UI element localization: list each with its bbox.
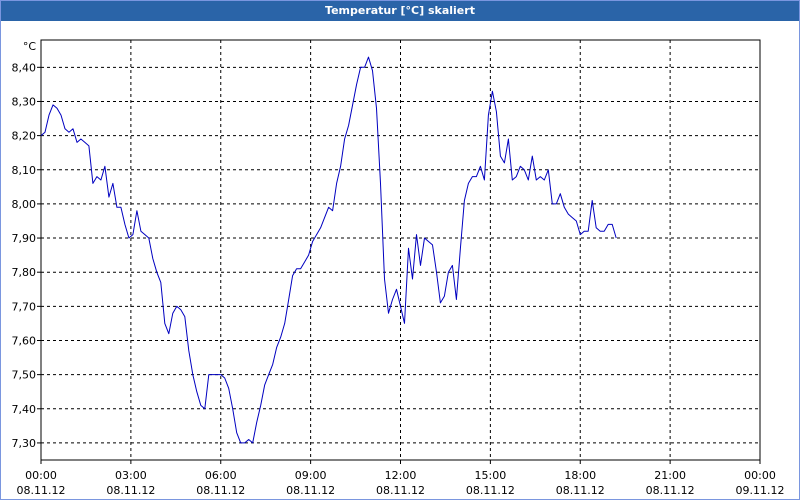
y-tick-label: 7,50 — [12, 369, 37, 382]
x-tick-time-label: 03:00 — [115, 469, 147, 482]
y-tick-label: 7,80 — [12, 266, 37, 279]
x-tick-time-label: 00:00 — [744, 469, 776, 482]
x-tick-time-label: 12:00 — [385, 469, 417, 482]
x-axis-ticks: 00:00 08.11.12 03:00 08.11.12 06:00 08.11.12 0… — [17, 460, 785, 497]
y-tick-label: 8,00 — [12, 198, 37, 211]
x-tick-time-label: 06:00 — [205, 469, 237, 482]
y-axis-ticks: 7,30 7,40 7,50 7,60 7,70 7,80 7,90 8,00 8,10 8,20… — [12, 61, 41, 450]
y-tick-label: 8,30 — [12, 95, 37, 108]
x-tick-date-label: 08.11.12 — [556, 484, 605, 497]
x-tick-date-label: 08.11.12 — [196, 484, 245, 497]
x-tick-time-label: 00:00 — [25, 469, 57, 482]
x-tick-date-label: 08.11.12 — [286, 484, 335, 497]
x-tick-date-label: 08.11.12 — [646, 484, 695, 497]
y-tick-label: 7,70 — [12, 300, 37, 313]
y-tick-label: 8,40 — [12, 61, 37, 74]
y-tick-label: 8,10 — [12, 164, 37, 177]
x-tick-time-label: 18:00 — [564, 469, 596, 482]
x-tick-date-label: 08.11.12 — [466, 484, 515, 497]
y-tick-label: 7,90 — [12, 232, 37, 245]
x-tick-time-label: 21:00 — [654, 469, 686, 482]
x-tick-date-label: 09.11.12 — [736, 484, 785, 497]
y-axis-unit-label: °C — [23, 40, 37, 53]
x-tick-time-label: 15:00 — [475, 469, 507, 482]
temperature-chart: 7,30 7,40 7,50 7,60 7,70 7,80 7,90 8,00 8,10 8,20… — [12, 39, 785, 497]
y-tick-label: 7,60 — [12, 334, 37, 347]
y-tick-label: 8,20 — [12, 130, 37, 143]
x-tick-date-label: 08.11.12 — [17, 484, 66, 497]
y-tick-label: 7,30 — [12, 437, 37, 450]
x-tick-date-label: 08.11.12 — [106, 484, 155, 497]
y-tick-label: 7,40 — [12, 403, 37, 416]
x-tick-date-label: 08.11.12 — [376, 484, 425, 497]
x-tick-time-label: 09:00 — [295, 469, 327, 482]
